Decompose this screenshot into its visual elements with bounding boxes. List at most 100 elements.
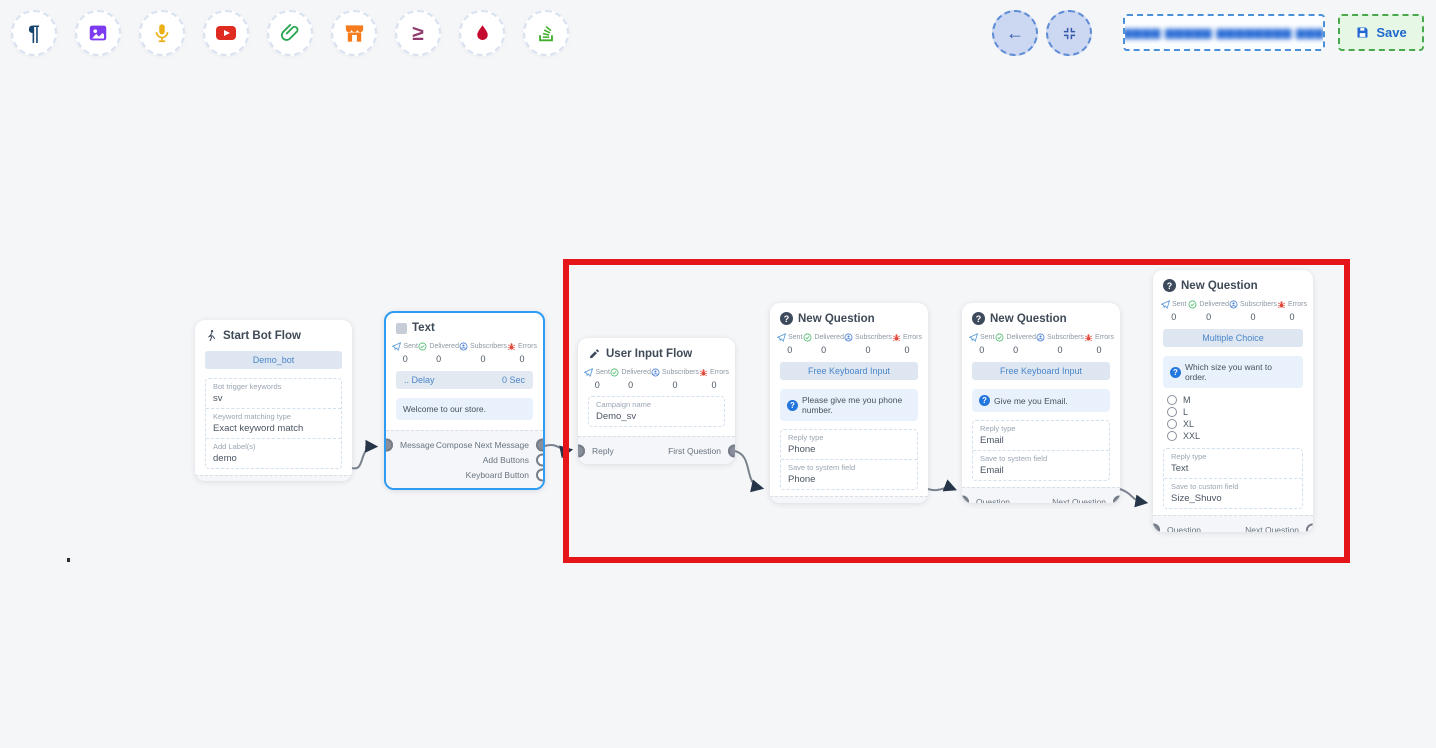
fit-view-button[interactable] (1046, 10, 1092, 56)
node-new-question-1[interactable]: ? New Question Sent0 Delivered0 Subscrib… (770, 303, 928, 503)
errors-count: 0 (711, 380, 716, 390)
input-type-pill[interactable]: Free Keyboard Input (972, 362, 1110, 380)
port-add-buttons[interactable] (536, 453, 545, 466)
wire-start-to-text (352, 446, 375, 468)
radio-icon[interactable] (1167, 431, 1177, 441)
errors-icon (1277, 300, 1286, 309)
delivered-icon (803, 333, 812, 342)
droplet-icon (472, 23, 493, 44)
question-fields: Reply type Text Save to custom field Siz… (1163, 448, 1303, 509)
toolbar-stack-button[interactable] (523, 10, 569, 56)
radio-icon[interactable] (1167, 407, 1177, 417)
toolbar-audio-button[interactable] (139, 10, 185, 56)
input-type-pill[interactable]: Free Keyboard Input (780, 362, 918, 380)
save-button[interactable]: Save (1338, 14, 1424, 51)
port-first-question[interactable] (728, 444, 735, 457)
port-question-in[interactable] (1153, 523, 1160, 532)
option-l[interactable]: L (1153, 406, 1313, 418)
node-footer: Question Next Question Thankyou Message (1153, 515, 1313, 532)
greater-equal-icon: ≥ (412, 23, 424, 44)
back-button[interactable]: ← (992, 10, 1038, 56)
question-fields: Reply type Phone Save to system field Ph… (780, 429, 918, 490)
flow-name-input[interactable]: ▆▆▆▆ ▆▆▆▆▆ ▆▆▆▆▆▆▆▆ ▆▆▆ (1123, 14, 1325, 51)
field-save-to-system[interactable]: Save to system field Email (973, 451, 1109, 480)
port-reply-in[interactable] (578, 444, 585, 457)
toolbar-drip-button[interactable] (459, 10, 505, 56)
question-preview[interactable]: ? Which size you want to order. (1163, 356, 1303, 388)
port-label-first-question: First Question (668, 446, 721, 456)
image-icon (87, 22, 109, 44)
delivered-count: 0 (628, 380, 633, 390)
field-reply-type[interactable]: Reply type Text (1164, 449, 1302, 479)
errors-count: 0 (519, 354, 524, 364)
delivered-icon (418, 342, 427, 351)
port-label-compose-next-message: Compose Next Message (436, 440, 529, 450)
node-footer: Question Next Question (770, 496, 928, 503)
subscribers-icon (1229, 300, 1238, 309)
toolbar-condition-button[interactable]: ≥ (395, 10, 441, 56)
campaign-name-label: Campaign name (596, 400, 717, 409)
radio-icon[interactable] (1167, 419, 1177, 429)
option-m[interactable]: M (1153, 394, 1313, 406)
node-new-question-3[interactable]: ? New Question Sent0 Delivered0 Subscrib… (1153, 270, 1313, 532)
node-user-input-flow[interactable]: User Input Flow Sent0 Delivered0 Subscri… (578, 338, 735, 464)
node-new-question-2[interactable]: ? New Question Sent0 Delivered0 Subscrib… (962, 303, 1120, 503)
sent-icon (777, 333, 786, 342)
field-save-to-custom[interactable]: Save to custom field Size_Shuvo (1164, 479, 1302, 508)
field-add-labels[interactable]: Add Label(s) demo (206, 439, 341, 468)
field-reply-type[interactable]: Reply type Email (973, 421, 1109, 451)
port-compose-next-message[interactable] (536, 438, 545, 451)
delivered-icon (995, 333, 1004, 342)
node-header: Start Bot Flow (195, 320, 352, 346)
port-next-question[interactable] (1113, 495, 1120, 503)
port-label-question: Question (976, 497, 1010, 504)
field-trigger-keywords[interactable]: Bot trigger keywords sv (206, 379, 341, 409)
node-text[interactable]: Text Sent0 Delivered0 Subscribers0 Error… (384, 311, 545, 490)
errors-count: 0 (904, 345, 909, 355)
user-input-icon (588, 347, 601, 360)
node-title: Start Bot Flow (223, 330, 301, 342)
stack-icon (535, 22, 557, 44)
toolbar-ecommerce-button[interactable] (331, 10, 377, 56)
option-xl[interactable]: XL (1153, 418, 1313, 430)
toolbar-file-button[interactable] (267, 10, 313, 56)
bot-name-pill[interactable]: Demo_bot (205, 351, 342, 369)
sent-count: 0 (1171, 312, 1176, 322)
toolbar-video-button[interactable] (203, 10, 249, 56)
store-icon (343, 22, 366, 45)
question-preview[interactable]: ? Give me you Email. (972, 389, 1110, 412)
node-header: ? New Question (770, 303, 928, 329)
campaign-fieldbox[interactable]: Campaign name Demo_sv (588, 396, 725, 427)
subscribers-count: 0 (672, 380, 677, 390)
sent-count: 0 (787, 345, 792, 355)
port-next-question[interactable] (1306, 523, 1313, 532)
text-block-icon (396, 323, 407, 334)
port-question-in[interactable] (962, 495, 969, 503)
question-fields: Reply type Email Save to system field Em… (972, 420, 1110, 481)
stats-row: Sent0 Delivered0 Subscribers0 Errors0 (962, 329, 1120, 357)
option-xxl[interactable]: XXL (1153, 430, 1313, 442)
paragraph-icon: ¶ (28, 23, 40, 44)
node-start-bot-flow[interactable]: Start Bot Flow Demo_bot Bot trigger keyw… (195, 320, 352, 481)
delay-bar[interactable]: .. Delay 0 Sec (396, 371, 533, 389)
question-badge-icon: ? (1170, 367, 1181, 378)
node-title: Text (412, 322, 435, 334)
toolbar-image-button[interactable] (75, 10, 121, 56)
subscribers-count: 0 (1057, 345, 1062, 355)
delay-value: 0 Sec (502, 375, 525, 385)
radio-icon[interactable] (1167, 395, 1177, 405)
field-matching-type[interactable]: Keyword matching type Exact keyword matc… (206, 409, 341, 439)
start-fields: Bot trigger keywords sv Keyword matching… (205, 378, 342, 469)
input-type-pill[interactable]: Multiple Choice (1163, 329, 1303, 347)
field-save-to-system[interactable]: Save to system field Phone (781, 460, 917, 489)
errors-count: 0 (1289, 312, 1294, 322)
toolbar-text-button[interactable]: ¶ (11, 10, 57, 56)
field-reply-type[interactable]: Reply type Phone (781, 430, 917, 460)
port-message-in[interactable] (384, 438, 393, 451)
port-keyboard-button[interactable] (536, 468, 545, 481)
stats-row: Sent0 Delivered0 Subscribers0 Errors0 (578, 364, 735, 392)
question-preview[interactable]: ? Please give me you phone number. (780, 389, 918, 421)
delivered-icon (1188, 300, 1197, 309)
port-label-next-question: Next Question (1245, 525, 1299, 533)
message-preview[interactable]: Welcome to our store. (396, 398, 533, 420)
